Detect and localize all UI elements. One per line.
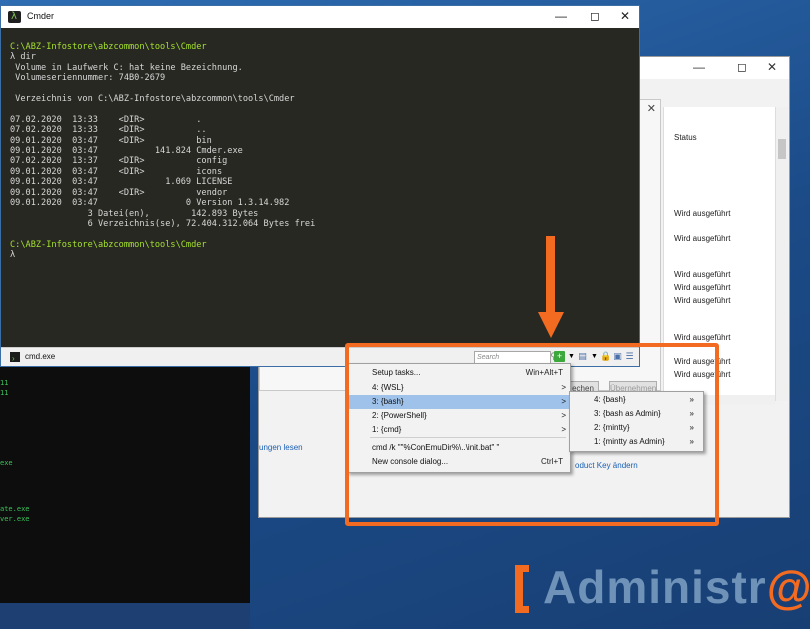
bg-console-line: ate.exe [0,505,30,513]
bg-console-line: 11 [0,389,9,397]
terminal-line: Volumeseriennummer: 74B0-2679 [10,73,166,84]
cmder-titlebar: λ Cmder — ◻ ✕ [1,6,639,28]
terminal-line: 09.01.2020 03:47 1.069 LICENSE [10,177,233,188]
watermark-bracket [515,565,529,613]
bg-console-line: ver.exe [0,515,30,523]
status-cell: Wird ausgeführt [674,270,731,279]
terminal-line: 09.01.2020 03:47 <DIR> icons [10,166,223,177]
close-icon[interactable]: ✕ [767,60,777,74]
status-column-header[interactable]: Status [674,133,697,142]
background-console: 11 11 exe ate.exe ver.exe [0,345,250,629]
maximize-icon[interactable]: ◻ [737,60,747,74]
console-icon: › [10,352,20,363]
close-icon[interactable]: ✕ [615,9,635,23]
terminal-line: Volume in Laufwerk C: hat keine Bezeichn… [10,62,243,73]
arrow-head-icon [538,312,564,338]
watermark-text: Administr [543,561,767,613]
close-icon[interactable]: ✕ [647,102,656,115]
read-link[interactable]: ungen lesen [259,443,303,452]
vertical-scrollbar[interactable] [775,107,788,401]
scrollbar-thumb[interactable] [778,139,786,159]
terminal-line: C:\ABZ-Infostore\abzcommon\tools\Cmder [10,42,207,52]
tab-label: cmd.exe [25,352,56,361]
terminal-output[interactable]: C:\ABZ-Infostore\abzcommon\tools\Cmder λ … [10,42,315,261]
watermark-logo: Administr@t [543,560,810,614]
terminal-line: 09.01.2020 03:47 141.824 Cmder.exe [10,146,243,157]
highlight-frame [345,343,719,526]
minimize-icon[interactable]: — [693,60,705,74]
terminal-line: Verzeichnis von C:\ABZ-Infostore\abzcomm… [10,94,295,105]
terminal-line: 07.02.2020 13:33 <DIR> .. [10,125,207,136]
status-cell: Wird ausgeführt [674,234,731,243]
terminal-line: 07.02.2020 13:37 <DIR> config [10,156,228,167]
status-cell: Wird ausgeführt [674,283,731,292]
cmder-app-icon: λ [8,11,21,23]
terminal-line: 07.02.2020 13:33 <DIR> . [10,114,202,125]
window-title: Cmder [27,11,55,21]
arrow-icon [546,236,555,316]
terminal-line: λ [10,250,16,261]
status-cell: Wird ausgeführt [674,209,731,218]
terminal-line: 09.01.2020 03:47 <DIR> vendor [10,187,228,198]
bg-console-line: exe [0,459,13,467]
minimize-icon[interactable]: — [551,9,571,23]
terminal-line: 6 Verzeichnis(se), 72.404.312.064 Bytes … [10,218,316,229]
maximize-icon[interactable]: ◻ [585,9,605,23]
terminal-line: 09.01.2020 03:47 0 Version 1.3.14.982 [10,198,290,209]
bg-console-line: 11 [0,379,9,387]
status-cell: Wird ausgeführt [674,296,731,305]
watermark-at: @ [766,561,810,613]
status-cell: Wird ausgeführt [674,333,731,342]
terminal-line: λ dir [10,52,36,63]
terminal-line: C:\ABZ-Infostore\abzcommon\tools\Cmder [10,239,207,250]
tab-cmd[interactable]: › cmd.exe [7,350,61,364]
terminal-line: 3 Datei(en), 142.893 Bytes [10,208,259,219]
terminal-line: 09.01.2020 03:47 <DIR> bin [10,135,212,146]
taskbar [0,603,250,629]
